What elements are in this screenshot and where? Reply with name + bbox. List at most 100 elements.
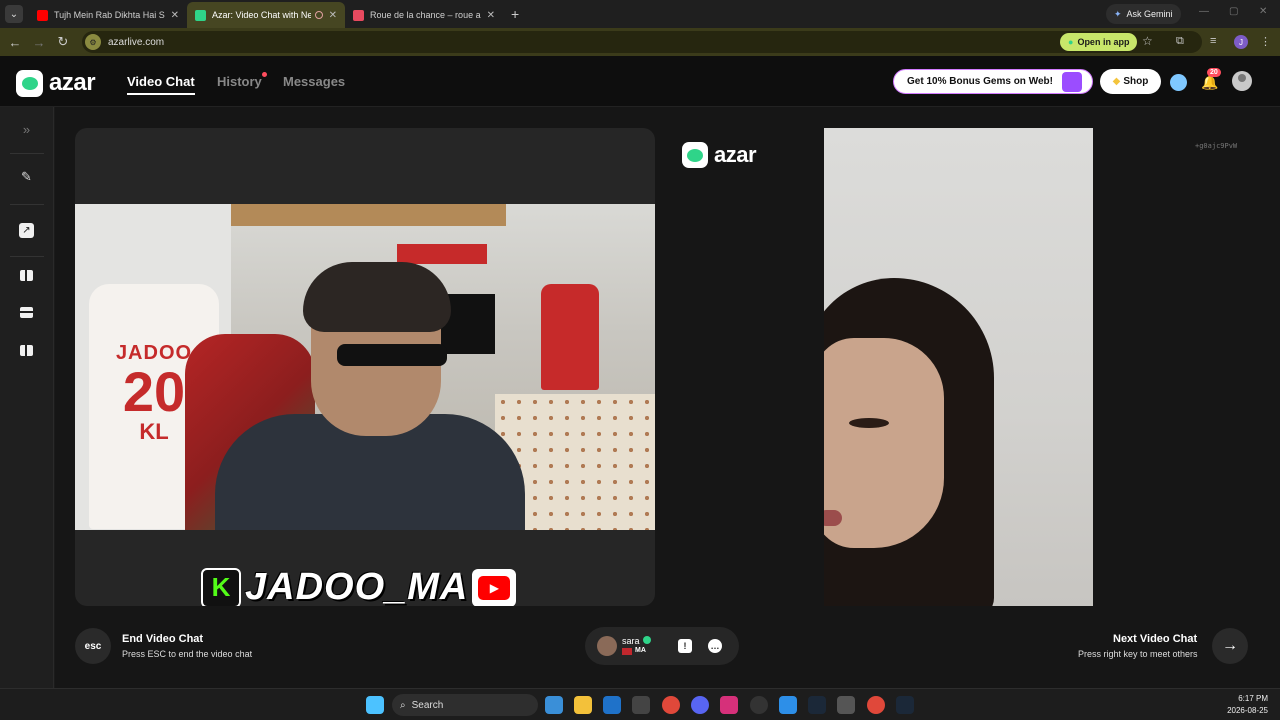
wheel-favicon-icon (353, 9, 364, 21)
history-unread-dot (262, 72, 267, 77)
tab-title: Azar: Video Chat with New (212, 10, 311, 20)
azar-watermark-logo: azar (682, 142, 757, 168)
layout-stacked-icon[interactable] (20, 307, 33, 318)
hanging-shirt (541, 284, 599, 390)
morocco-flag-icon (622, 648, 632, 655)
shop-button[interactable]: ◆ Shop (1100, 69, 1161, 94)
end-chat-button[interactable]: esc (75, 628, 111, 664)
peer-country: MA (635, 647, 646, 654)
browser-tabstrip: ⌄ Tujh Mein Rab Dikhta Hai Song ✕ Azar: … (0, 0, 1280, 28)
expand-sidebar-icon[interactable]: » (19, 122, 34, 137)
app-header: azar Video Chat History Messages Get 10%… (0, 56, 1280, 107)
instagram-icon[interactable] (720, 696, 738, 714)
open-in-app-label: Open in app (1077, 37, 1130, 47)
bonus-gems-promo-button[interactable]: Get 10% Bonus Gems on Web! (893, 69, 1093, 94)
sunglasses (337, 344, 447, 366)
tab-search-button[interactable]: ⌄ (5, 5, 23, 23)
peer-info-card: sara MA ! … (585, 627, 739, 665)
minimize-icon[interactable]: — (1199, 6, 1209, 17)
browser-tab[interactable]: Tujh Mein Rab Dikhta Hai Song ✕ (29, 2, 187, 28)
bookmark-star-icon[interactable]: ☆ (1142, 34, 1153, 48)
close-icon[interactable]: ✕ (329, 10, 337, 21)
divider (10, 256, 44, 257)
gem-icon: ◆ (1112, 76, 1121, 87)
back-icon[interactable]: ← (3, 35, 27, 50)
close-icon[interactable]: ✕ (171, 10, 179, 21)
effects-icon[interactable]: ↗ (19, 223, 34, 238)
extensions-icon[interactable]: ⧉ (1176, 35, 1184, 48)
restore-icon[interactable]: ▢ (1229, 6, 1238, 17)
video-chat-area: JADOO 20 KL K JADOO_MA ▶ azar +g0ajc9PvW… (55, 107, 1280, 688)
ask-gemini-button[interactable]: ✦ Ask Gemini (1106, 4, 1181, 24)
next-chat-button[interactable]: → (1212, 628, 1248, 664)
media-control-icon[interactable]: ≡ (1210, 35, 1216, 47)
magic-wand-icon[interactable]: ✎ (19, 169, 34, 184)
remote-eye (849, 418, 889, 428)
reload-icon[interactable]: ↻ (51, 34, 75, 50)
remote-user-id: +g0ajc9PvW (1195, 142, 1238, 150)
browser-tab[interactable]: Roue de la chance – roue aléatoire ✕ (345, 2, 503, 28)
windows-start-icon[interactable] (366, 696, 384, 714)
peer-avatar[interactable] (597, 636, 617, 656)
url-text: azarlive.com (108, 36, 165, 48)
chat-bubble-icon[interactable]: … (708, 639, 722, 653)
file-explorer-icon[interactable] (574, 696, 592, 714)
local-video-panel: JADOO 20 KL K JADOO_MA ▶ (75, 128, 655, 606)
remote-video-feed (824, 128, 1093, 606)
end-chat-title: End Video Chat (122, 633, 204, 645)
open-in-app-button[interactable]: ● Open in app (1060, 33, 1138, 51)
gift-icon (1062, 72, 1082, 92)
scarf (397, 244, 487, 264)
gemini-icon: ✦ (1114, 8, 1122, 19)
chrome-active-icon[interactable] (867, 696, 885, 714)
widgets-icon[interactable] (545, 696, 563, 714)
tab-title: Tujh Mein Rab Dikhta Hai Song (54, 10, 165, 20)
next-chat-title: Next Video Chat (1113, 633, 1198, 645)
remote-face (824, 338, 944, 548)
browser-menu-icon[interactable]: ⋮ (1260, 35, 1271, 48)
verified-icon (643, 636, 651, 644)
person-hair (303, 262, 451, 332)
youtube-logo-icon: ▶ (472, 568, 517, 606)
new-tab-icon[interactable]: + (511, 6, 519, 22)
end-chat-hint: Press ESC to end the video chat (122, 649, 253, 659)
steam-icon[interactable] (808, 696, 826, 714)
taskbar-search[interactable]: ⌕ Search (392, 694, 538, 716)
system-clock[interactable]: 6:17 PM 2026-08-25 (1222, 693, 1268, 717)
sidebar: » ✎ ↗ (0, 107, 54, 688)
layout-grid-icon[interactable] (20, 345, 33, 356)
window-close-icon[interactable]: ✕ (1259, 6, 1267, 17)
site-info-icon[interactable]: ⚙ (85, 34, 101, 50)
kick-icon: K (201, 567, 241, 606)
promo-label: Get 10% Bonus Gems on Web! (907, 76, 1053, 87)
profile-avatar[interactable]: J (1234, 35, 1248, 49)
steam-icon[interactable] (896, 696, 914, 714)
azar-logo[interactable]: azar (16, 69, 96, 97)
browser-tab-active[interactable]: Azar: Video Chat with New ✕ (187, 2, 345, 28)
clock-date: 2026-08-25 (1227, 706, 1268, 715)
shelf (231, 204, 506, 226)
app-icon[interactable] (779, 696, 797, 714)
discord-icon[interactable] (691, 696, 709, 714)
notification-badge: 20 (1207, 68, 1221, 77)
nav-history[interactable]: History (217, 74, 262, 89)
logo-text: azar (714, 142, 757, 167)
nav-messages[interactable]: Messages (283, 74, 345, 89)
gems-balance-icon[interactable] (1170, 74, 1187, 91)
ask-gemini-label: Ask Gemini (1126, 9, 1173, 19)
address-bar[interactable]: ⚙ azarlive.com ● Open in app ☆ (82, 31, 1202, 53)
forward-icon[interactable]: → (27, 35, 51, 50)
nav-video-chat[interactable]: Video Chat (127, 74, 195, 95)
streamer-handle: JADOO_MA (245, 566, 469, 606)
outlook-icon[interactable] (603, 696, 621, 714)
chrome-icon[interactable] (662, 696, 680, 714)
store-icon[interactable] (632, 696, 650, 714)
app-icon[interactable] (837, 696, 855, 714)
close-icon[interactable]: ✕ (487, 10, 495, 21)
obs-icon[interactable] (750, 696, 768, 714)
report-icon[interactable]: ! (678, 639, 692, 653)
user-avatar[interactable] (1232, 71, 1252, 91)
search-icon: ⌕ (400, 699, 406, 711)
tab-title: Roue de la chance – roue aléatoire (370, 10, 481, 20)
layout-side-by-side-icon[interactable] (20, 270, 33, 281)
